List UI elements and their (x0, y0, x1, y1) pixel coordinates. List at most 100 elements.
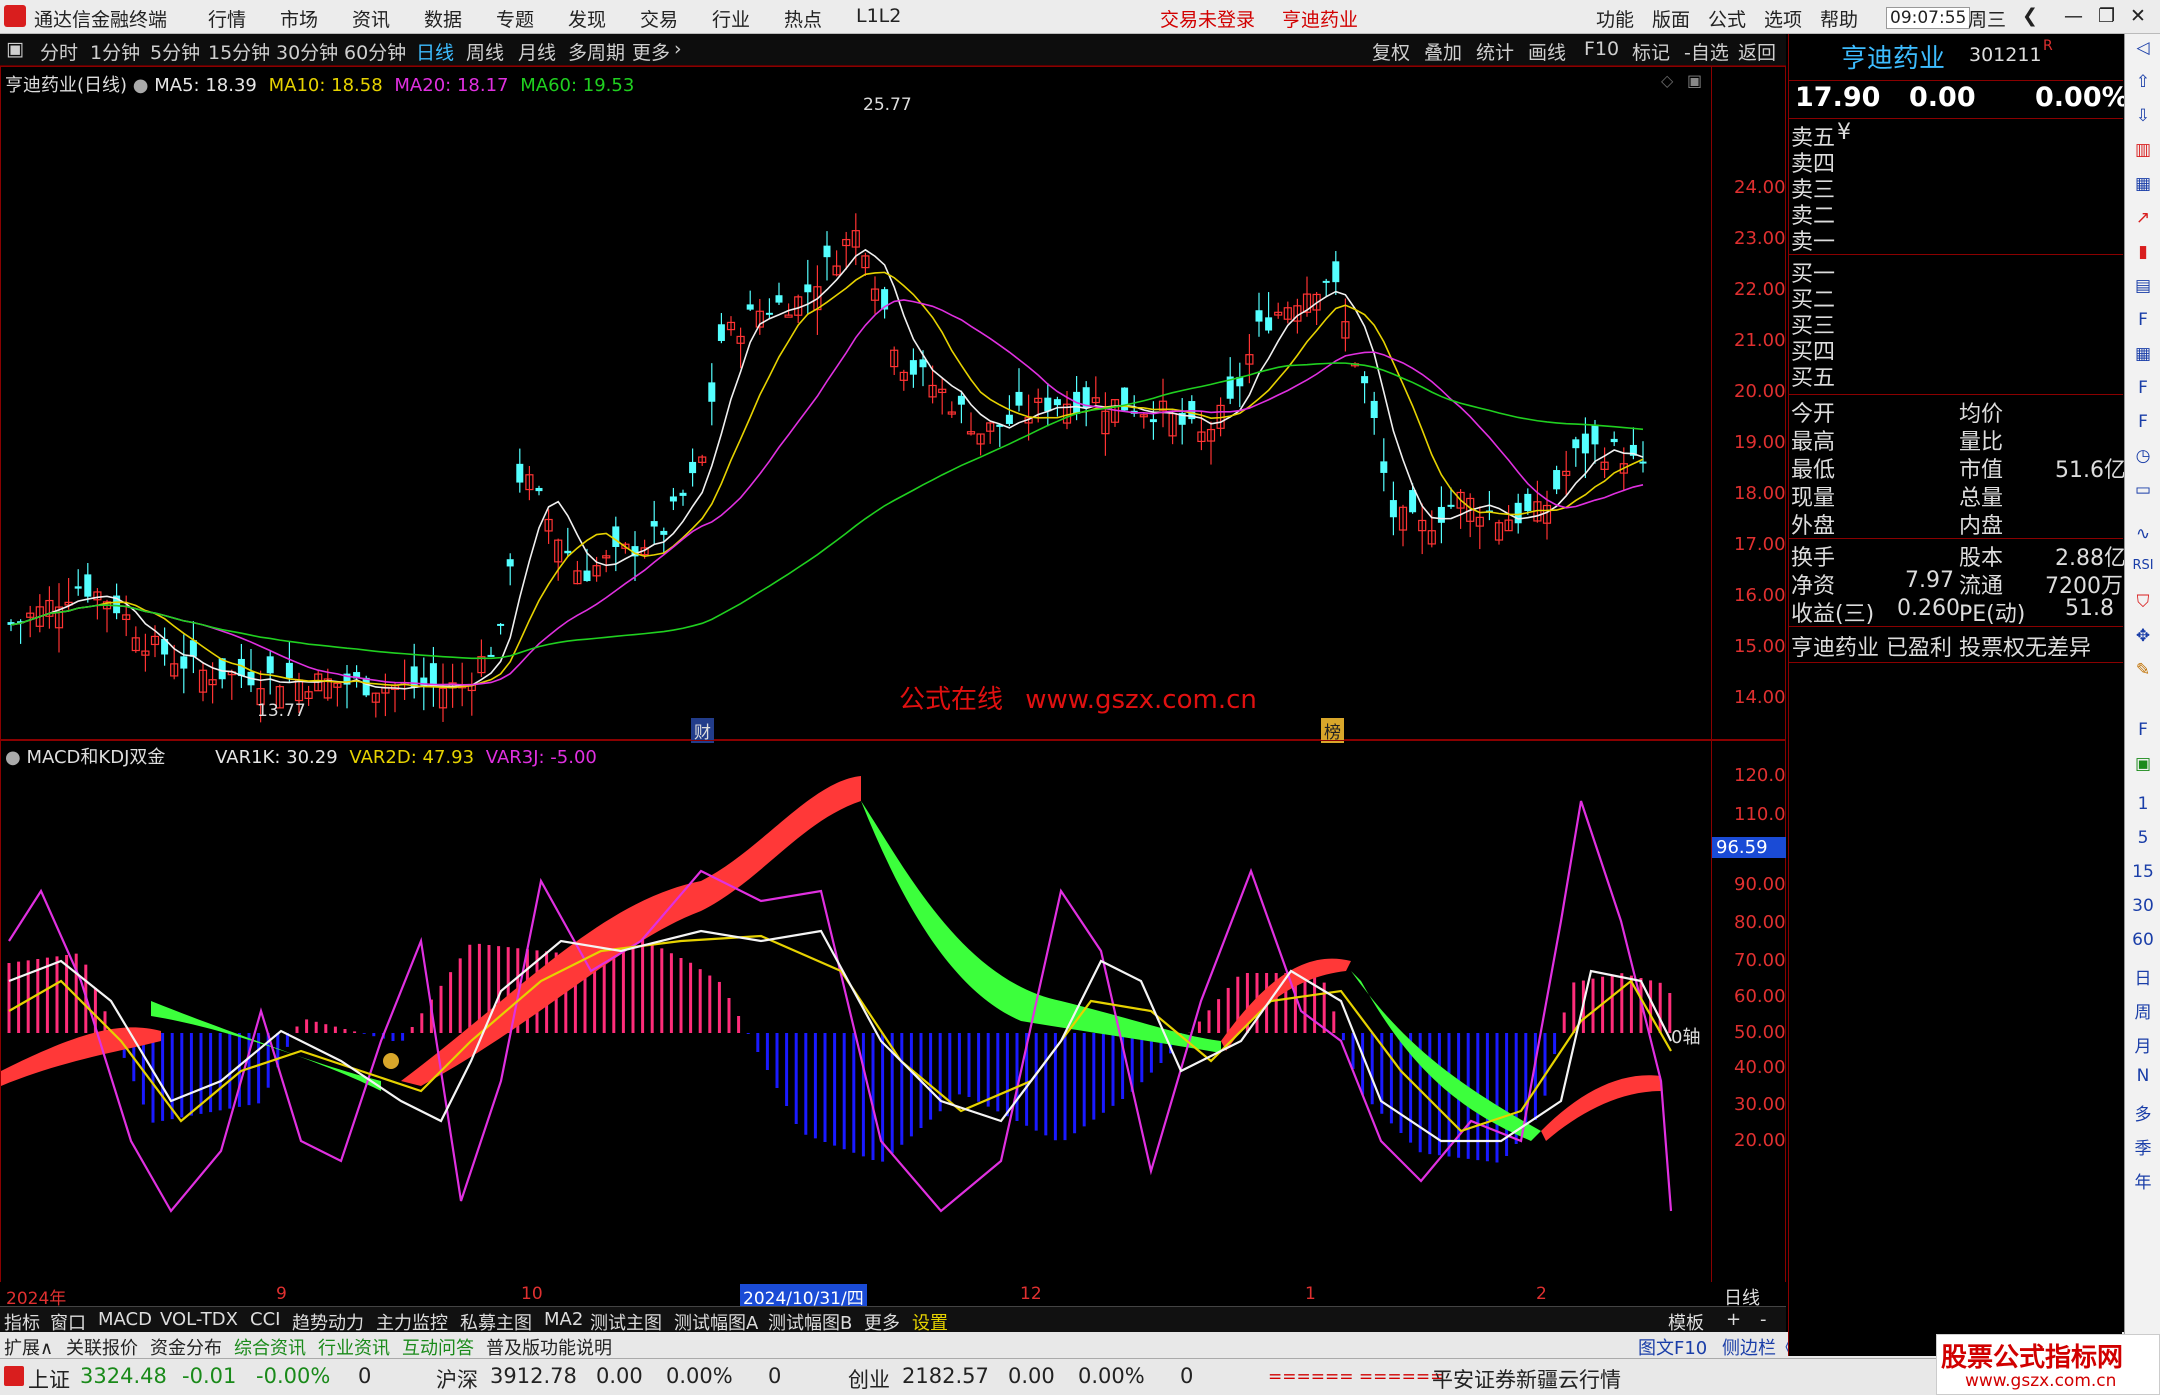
chevron-right-icon[interactable]: › (674, 38, 682, 60)
period-1min[interactable]: 1分钟 (90, 38, 140, 65)
stock-news[interactable]: 亨迪药业 已盈利 投票权无差异 (1791, 630, 2091, 662)
tab-minus[interactable]: - (1760, 1309, 1767, 1330)
menu-shichang[interactable]: 市场 (280, 5, 318, 32)
chart-icon[interactable]: ▭ (2125, 480, 2160, 500)
move-icon[interactable]: ✥ (2125, 626, 2160, 646)
btn-tongji[interactable]: 统计 (1476, 38, 1514, 65)
tab-macd[interactable]: MACD (98, 1309, 152, 1330)
shield-icon[interactable]: ⛉ (2125, 592, 2160, 612)
diamond-icon[interactable]: ◇ (1661, 71, 1673, 90)
period-n[interactable]: N (2125, 1066, 2160, 1086)
menu-zhuanti[interactable]: 专题 (496, 5, 534, 32)
bars-icon[interactable]: ▮ (2125, 242, 2160, 262)
up-arrow-icon[interactable]: ⇧ (2125, 72, 2160, 92)
menu-xuanxiang[interactable]: 选项 (1764, 5, 1802, 32)
period-weekly[interactable]: 周线 (466, 38, 504, 65)
broker-name[interactable]: 平安证券新疆云行情 (1432, 1364, 1621, 1394)
indicator-svg[interactable] (1, 741, 1785, 1287)
menu-hangqing[interactable]: 行情 (208, 5, 246, 32)
menu-shuju[interactable]: 数据 (424, 5, 462, 32)
legend-toggle-icon[interactable]: ● (5, 747, 21, 768)
period-15[interactable]: 15 (2125, 862, 2160, 882)
menu-hangye[interactable]: 行业 (712, 5, 750, 32)
period-1[interactable]: 1 (2125, 794, 2160, 814)
kline-svg[interactable] (1, 67, 1785, 739)
btn-f10[interactable]: F10 (1584, 38, 1619, 60)
index-hs-label[interactable]: 沪深 (436, 1364, 478, 1394)
menu-redian[interactable]: 热点 (784, 5, 822, 32)
quote-stock-name[interactable]: 亨迪药业 (1841, 38, 1945, 75)
period-30min[interactable]: 30分钟 (276, 38, 338, 65)
menu-banmian[interactable]: 版面 (1652, 5, 1690, 32)
wave-icon[interactable]: ∿ (2125, 524, 2160, 544)
period-60[interactable]: 60 (2125, 930, 2160, 950)
menu-gongneng[interactable]: 功能 (1596, 5, 1634, 32)
period-fenshi[interactable]: 分时 (40, 38, 78, 65)
period-monthly[interactable]: 月线 (518, 38, 556, 65)
collapse-icon[interactable]: ◁ (2125, 38, 2160, 58)
btn-biaoji[interactable]: 标记 (1632, 38, 1670, 65)
layout-icon[interactable]: ▣ (6, 38, 24, 60)
btn-diejia[interactable]: 叠加 (1424, 38, 1462, 65)
index-cy-label[interactable]: 创业 (848, 1364, 890, 1394)
period-duo[interactable]: 多 (2125, 1100, 2160, 1125)
btn-zixuan[interactable]: -自选 (1684, 38, 1729, 65)
period-30[interactable]: 30 (2125, 896, 2160, 916)
btn-fanhui[interactable]: 返回 (1738, 38, 1776, 65)
panel-icon[interactable]: ▣ (1687, 71, 1702, 90)
tab-guanlianbaojia[interactable]: 关联报价 (66, 1334, 138, 1360)
tab-cci[interactable]: CCI (250, 1309, 280, 1330)
tab-plus[interactable]: + (1726, 1309, 1741, 1330)
menu-bangzhu[interactable]: 帮助 (1820, 5, 1858, 32)
period-5min[interactable]: 5分钟 (150, 38, 200, 65)
btn-huaxian[interactable]: 画线 (1528, 38, 1566, 65)
period-zhou[interactable]: 周 (2125, 998, 2160, 1023)
menu-l1l2[interactable]: L1L2 (856, 5, 901, 27)
restore-icon[interactable]: ❐ (2098, 5, 2115, 27)
news-icon[interactable]: ▤ (2125, 276, 2160, 296)
tab-zonghezixun[interactable]: 综合资讯 (234, 1334, 306, 1360)
menu-faxian[interactable]: 发现 (568, 5, 606, 32)
period-ji[interactable]: 季 (2125, 1134, 2160, 1159)
f10-icon[interactable]: F (2125, 310, 2160, 330)
btn-fuquan[interactable]: 复权 (1372, 38, 1410, 65)
kline-icon[interactable]: ▥ (2125, 140, 2160, 160)
tab-zijinfenbu[interactable]: 资金分布 (150, 1334, 222, 1360)
tab-hangyezixun[interactable]: 行业资讯 (318, 1334, 390, 1360)
tab-hudongwenda[interactable]: 互动问答 (402, 1334, 474, 1360)
minimize-icon[interactable]: — (2064, 5, 2083, 27)
tab-cebianlan[interactable]: 侧边栏《 (1722, 1334, 1794, 1360)
clock-icon[interactable]: ◷ (2125, 446, 2160, 466)
period-nian[interactable]: 年 (2125, 1168, 2160, 1193)
table-icon[interactable]: ▦ (2125, 174, 2160, 194)
stock-tab[interactable]: 亨迪药业 (1282, 5, 1358, 32)
menu-jiaoyi[interactable]: 交易 (640, 5, 678, 32)
trade-login-status[interactable]: 交易未登录 (1160, 5, 1255, 32)
menu-zixun[interactable]: 资讯 (352, 5, 390, 32)
period-multi[interactable]: 多周期 (568, 38, 625, 65)
tab-kuozhan[interactable]: 扩展∧ (4, 1334, 53, 1360)
pen-icon[interactable]: ✎ (2125, 660, 2160, 680)
indicator-name[interactable]: MACD和KDJ双金 (26, 747, 165, 768)
back-arrow-icon[interactable]: ❮ (2022, 5, 2038, 27)
index-sh-label[interactable]: 上证 (28, 1364, 70, 1394)
tab-tuwen-f10[interactable]: 图文F10 (1638, 1334, 1707, 1360)
period-daily[interactable]: 日线 (416, 38, 454, 65)
tab-ma2[interactable]: MA2 (544, 1309, 583, 1330)
indicator-chart[interactable]: ● MACD和KDJ双金 VAR1K: 30.29 VAR2D: 47.93 V… (0, 740, 1786, 1288)
f12-icon[interactable]: F (2125, 412, 2160, 432)
f11-icon[interactable]: F (2125, 378, 2160, 398)
close-icon[interactable]: ✕ (2130, 5, 2146, 27)
period-yue[interactable]: 月 (2125, 1032, 2160, 1057)
period-ri[interactable]: 日 (2125, 964, 2160, 989)
period-5[interactable]: 5 (2125, 828, 2160, 848)
down-arrow-icon[interactable]: ⇩ (2125, 106, 2160, 126)
tab-vol-tdx[interactable]: VOL-TDX (160, 1309, 238, 1330)
trend-icon[interactable]: ↗ (2125, 208, 2160, 228)
rsi-icon[interactable]: RSI (2125, 558, 2160, 573)
tab-pujiban[interactable]: 普及版功能说明 (486, 1334, 612, 1360)
period-more[interactable]: 更多 (632, 38, 670, 65)
f5-icon[interactable]: F (2125, 720, 2160, 740)
period-15min[interactable]: 15分钟 (208, 38, 270, 65)
kline-chart[interactable]: 亨迪药业(日线) ● MA5: 18.39 MA10: 18.58 MA20: … (0, 66, 1786, 743)
